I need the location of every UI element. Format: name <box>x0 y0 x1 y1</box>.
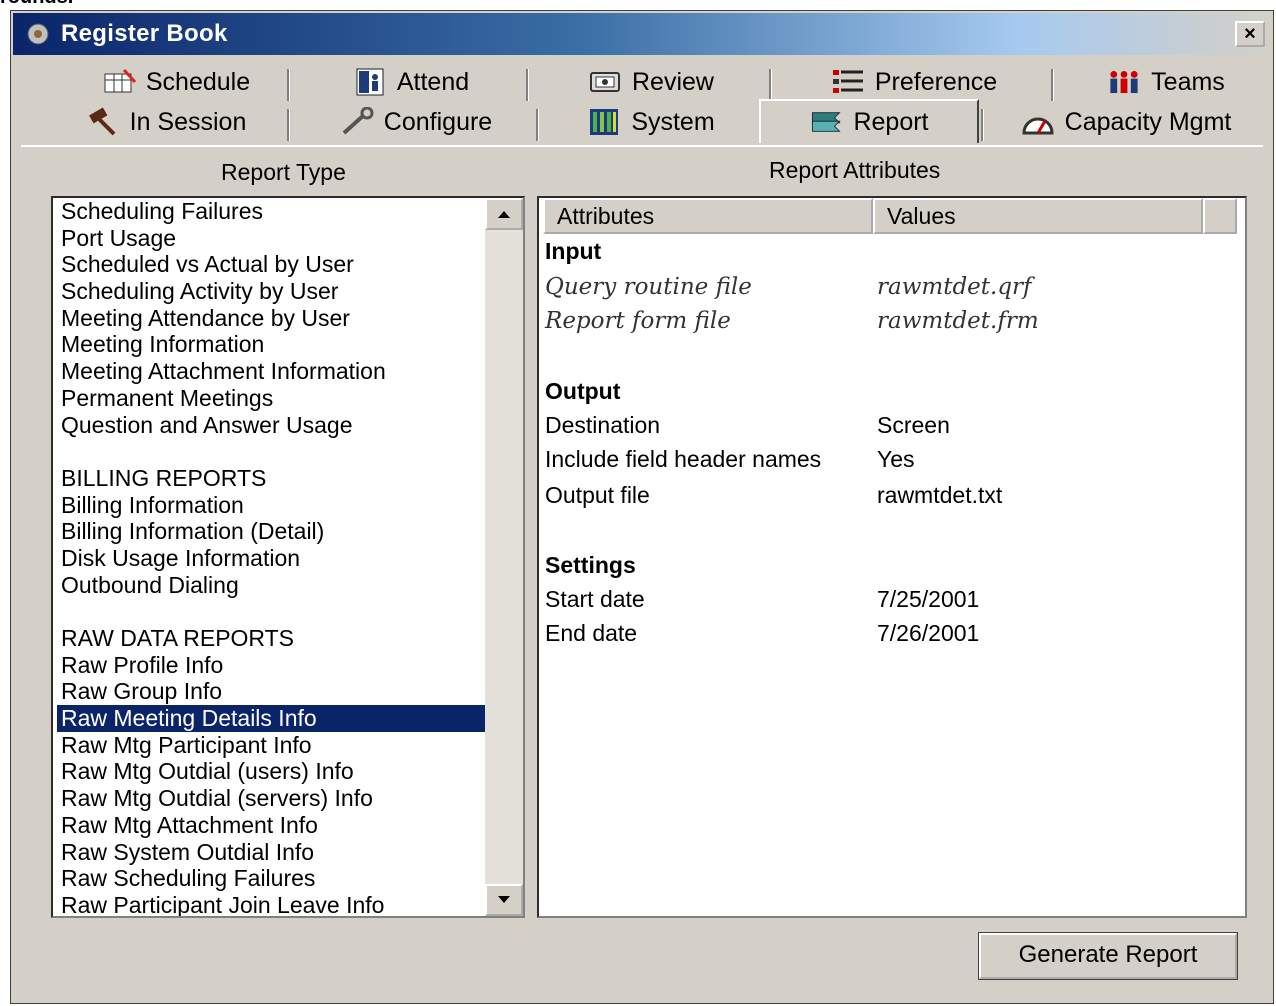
tab-label: Report <box>853 107 929 136</box>
attr-start-date-value[interactable]: 7/25/2001 <box>877 586 979 613</box>
report-icon <box>809 107 843 137</box>
attr-end-date-value[interactable]: 7/26/2001 <box>877 620 979 647</box>
tab-attend[interactable]: Attend <box>296 63 526 101</box>
attr-start-date-label: Start date <box>545 586 645 612</box>
close-button[interactable]: × <box>1235 21 1265 47</box>
tab-in-session[interactable]: In Session <box>51 103 281 141</box>
tab-label: Teams <box>1151 67 1225 96</box>
attr-destination-label: Destination <box>545 412 661 438</box>
list-item[interactable]: Scheduled vs Actual by User <box>57 251 485 278</box>
tab-panel-border <box>21 145 1263 147</box>
tab-preference[interactable]: Preference <box>779 63 1049 101</box>
list-item[interactable]: Raw Profile Info <box>57 652 485 679</box>
attend-icon <box>353 67 387 97</box>
list-item[interactable]: Raw Meeting Details Info <box>56 704 486 733</box>
list-item[interactable]: Permanent Meetings <box>57 385 485 412</box>
list-item[interactable]: Scheduling Activity by User <box>57 278 485 305</box>
report-type-heading: Report Type <box>221 159 346 185</box>
list-item[interactable]: Raw Mtg Attachment Info <box>57 812 485 839</box>
list-item[interactable]: Outbound Dialing <box>57 572 485 599</box>
col-header-attributes[interactable]: Attributes <box>543 198 873 234</box>
list-item[interactable]: Raw Scheduling Failures <box>57 865 485 892</box>
report-type-list[interactable]: Scheduling Failures Port Usage Scheduled v… <box>51 196 525 918</box>
output-section-heading: Output <box>545 378 621 404</box>
system-icon <box>587 107 621 137</box>
list-item[interactable]: Scheduling Failures <box>57 198 485 225</box>
attr-end-date-label: End date <box>545 620 638 646</box>
window-title: Register Book <box>61 20 228 47</box>
tab-label: System <box>631 107 715 136</box>
list-item[interactable]: Raw Mtg Outdial (users) Info <box>57 758 485 785</box>
attr-output-file-value[interactable]: rawmtdet.txt <box>877 482 1002 509</box>
list-item[interactable]: Billing Information <box>57 492 485 519</box>
report-type-items: Scheduling Failures Port Usage Scheduled v… <box>56 198 486 916</box>
tab-row-2: In Session Configure System Report Capac… <box>11 99 1273 143</box>
attr-output-file-label: Output file <box>545 482 650 508</box>
list-item[interactable]: Meeting Attachment Information <box>57 358 485 385</box>
tab-system[interactable]: System <box>546 103 756 141</box>
tab-review[interactable]: Review <box>536 63 766 101</box>
input-section-heading: Input <box>545 238 602 264</box>
list-item[interactable]: Raw Mtg Participant Info <box>57 732 485 759</box>
wrench-icon <box>340 107 374 137</box>
attr-query-file-label: Query routine file <box>545 274 752 300</box>
scroll-up-button[interactable] <box>485 198 523 230</box>
scroll-track[interactable] <box>485 398 523 878</box>
tab-label: Schedule <box>145 67 251 96</box>
tab-schedule[interactable]: Schedule <box>61 63 291 101</box>
attr-header-names-value[interactable]: Yes <box>877 446 915 473</box>
clipped-top-text: rounds. <box>0 0 73 9</box>
tab-report[interactable]: Report <box>759 99 979 143</box>
list-item[interactable]: Raw System Outdial Info <box>57 839 485 866</box>
list-item[interactable]: Raw Group Info <box>57 678 485 705</box>
list-item[interactable]: Meeting Information <box>57 331 485 358</box>
attr-report-form-value[interactable]: rawmtdet.frm <box>877 308 1039 334</box>
attr-header-names-label: Include field header names <box>545 446 822 472</box>
teams-icon <box>1107 67 1141 97</box>
list-item[interactable]: Question and Answer Usage <box>57 412 485 439</box>
gavel-icon <box>86 107 120 137</box>
tab-label: In Session <box>129 107 247 136</box>
list-item[interactable]: Raw Mtg Outdial (servers) Info <box>57 785 485 812</box>
review-icon <box>588 67 622 97</box>
settings-section-heading: Settings <box>545 552 636 578</box>
vertical-scrollbar[interactable] <box>485 198 523 916</box>
tab-teams[interactable]: Teams <box>1061 63 1271 101</box>
list-item[interactable]: Billing Information (Detail) <box>57 518 485 545</box>
tab-label: Attend <box>396 67 470 96</box>
report-attributes-heading: Report Attributes <box>769 157 941 183</box>
tab-configure[interactable]: Configure <box>296 103 536 141</box>
report-attributes-panel: Attributes Values Input Query routine fi… <box>537 196 1247 918</box>
attr-destination-value[interactable]: Screen <box>877 412 950 439</box>
generate-report-button[interactable]: Generate Report <box>978 932 1238 980</box>
attr-report-form-label: Report form file <box>545 308 731 334</box>
attr-query-file-value[interactable]: rawmtdet.qrf <box>877 274 1032 300</box>
schedule-icon <box>102 67 136 97</box>
tab-row-1: Schedule Attend Review Preference Teams <box>11 63 1273 103</box>
tab-capacity-mgmt[interactable]: Capacity Mgmt <box>991 103 1261 141</box>
list-item[interactable]: Raw Participant Join Leave Info <box>57 892 485 916</box>
list-item[interactable]: Meeting Attendance by User <box>57 305 485 332</box>
arrow-down-icon <box>498 896 510 903</box>
tab-label: Configure <box>383 107 493 136</box>
title-bar: Register Book × <box>13 13 1271 55</box>
arrow-up-icon <box>498 211 510 218</box>
tab-label: Review <box>632 67 714 96</box>
list-group-heading[interactable]: BILLING REPORTS <box>57 465 485 492</box>
tab-label: Preference <box>874 67 998 96</box>
preference-icon <box>831 67 865 97</box>
list-item[interactable]: Disk Usage Information <box>57 545 485 572</box>
list-item[interactable]: Port Usage <box>57 225 485 252</box>
list-group-heading[interactable]: RAW DATA REPORTS <box>57 625 485 652</box>
col-header-spacer <box>1203 198 1237 234</box>
gauge-icon <box>1021 107 1055 137</box>
scroll-down-button[interactable] <box>485 884 523 916</box>
col-header-values[interactable]: Values <box>873 198 1203 234</box>
register-book-window: Register Book × Schedule Attend Review P… <box>10 10 1274 1004</box>
tab-label: Capacity Mgmt <box>1064 107 1232 136</box>
app-icon <box>25 21 51 47</box>
